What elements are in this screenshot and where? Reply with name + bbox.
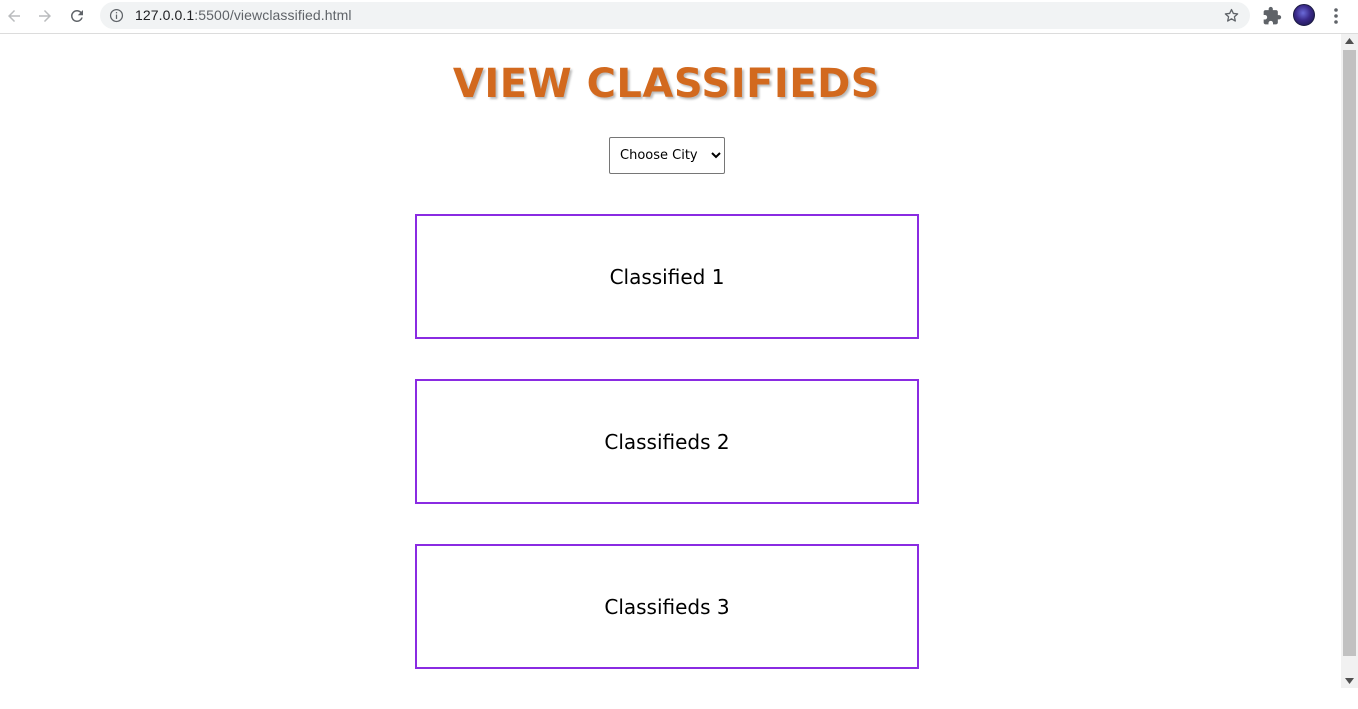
browser-toolbar: 127.0.0.1:5500/viewclassified.html [0, 0, 1358, 34]
reload-button[interactable] [64, 4, 90, 28]
profile-avatar[interactable] [1293, 4, 1315, 26]
classified-title: Classifieds 2 [604, 429, 730, 454]
classifieds-list: Classified 1 Classifieds 2 Classifieds 3 [415, 214, 919, 709]
classified-title: Classified 1 [609, 264, 725, 289]
url-text[interactable]: 127.0.0.1:5500/viewclassified.html [135, 7, 352, 23]
classified-card-3[interactable]: Classifieds 3 [415, 544, 919, 669]
back-button[interactable] [1, 4, 27, 28]
triangle-up-icon [1345, 38, 1354, 44]
triangle-down-icon [1345, 678, 1354, 684]
url-host: 127.0.0.1 [135, 7, 195, 23]
arrow-left-icon [8, 10, 20, 22]
classified-card-1[interactable]: Classified 1 [415, 214, 919, 339]
forward-button[interactable] [32, 4, 58, 28]
classified-title: Classifieds 3 [604, 594, 730, 619]
address-bar[interactable]: 127.0.0.1:5500/viewclassified.html [100, 2, 1250, 29]
scroll-thumb[interactable] [1343, 50, 1356, 656]
vertical-scrollbar[interactable] [1341, 34, 1358, 688]
city-select[interactable]: Choose City [609, 137, 725, 174]
classified-card-2[interactable]: Classifieds 2 [415, 379, 919, 504]
info-icon[interactable] [109, 8, 124, 23]
bookmark-star-icon[interactable] [1223, 7, 1240, 24]
page-content: VIEW CLASSIFIEDS Choose City Classified … [0, 34, 1341, 688]
extensions-puzzle-icon[interactable] [1262, 6, 1282, 26]
reload-icon [70, 9, 83, 22]
url-path: :5500/viewclassified.html [194, 7, 352, 23]
page-title: VIEW CLASSIFIEDS [452, 61, 881, 107]
scroll-up-button[interactable] [1341, 34, 1358, 48]
arrow-right-icon [39, 10, 51, 22]
more-vert-icon[interactable] [1328, 6, 1344, 26]
scroll-down-button[interactable] [1341, 674, 1358, 688]
